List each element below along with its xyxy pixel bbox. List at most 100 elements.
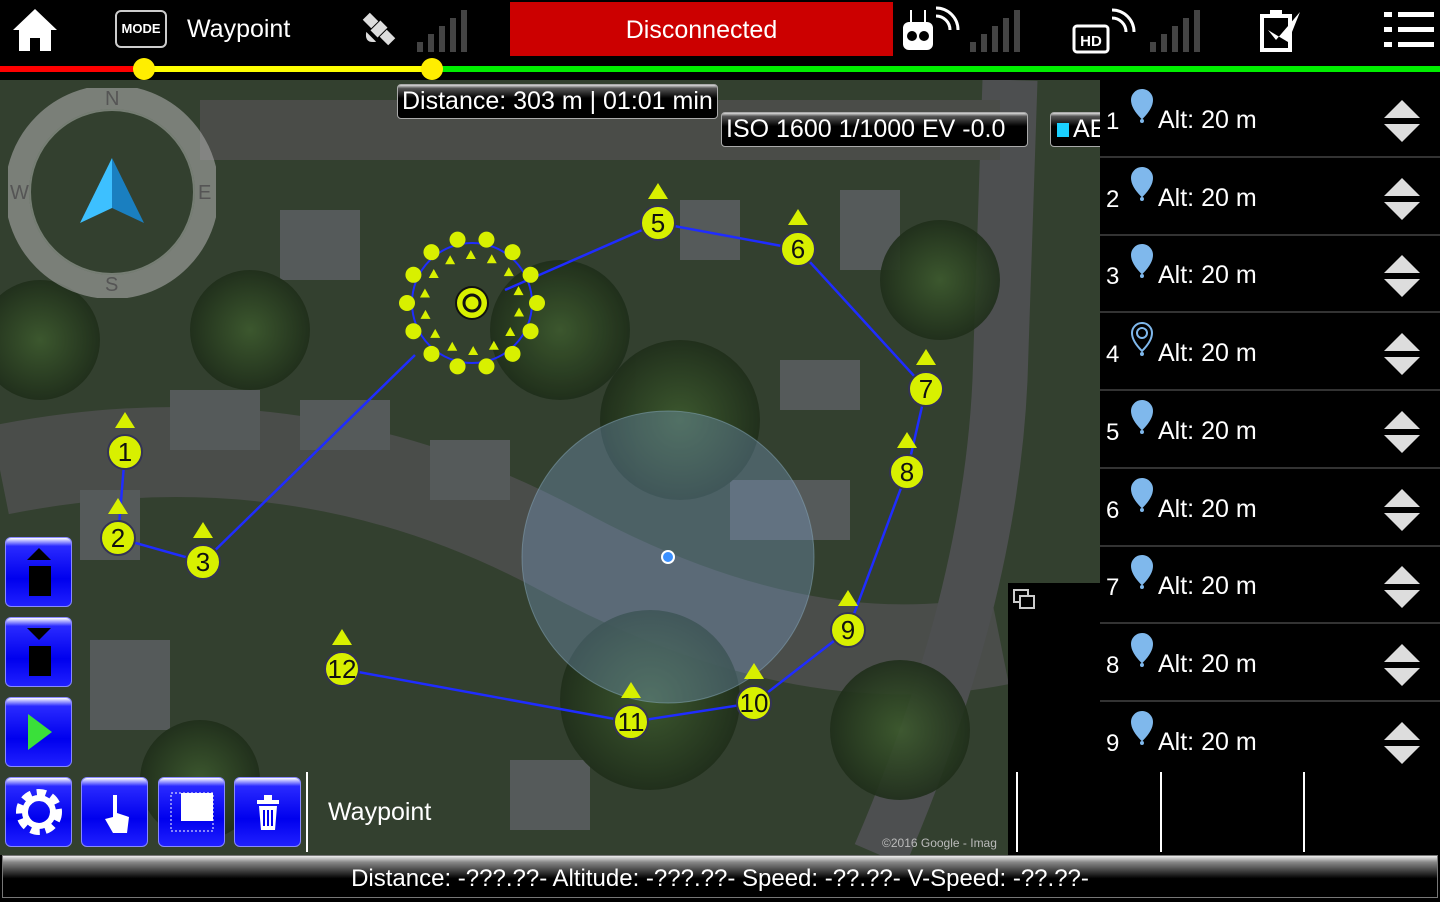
reorder-arrows-icon[interactable] [1382,253,1422,299]
reorder-arrows-icon[interactable] [1382,564,1422,610]
compass-w: W [10,182,29,204]
waypoint-row[interactable]: 3 Alt: 20 m [1100,237,1440,314]
waypoint-altitude: Alt: 20 m [1158,106,1257,134]
reorder-arrows-icon[interactable] [1382,487,1422,533]
progress-marker[interactable] [421,58,443,80]
reorder-arrows-icon[interactable] [1382,331,1422,377]
map-attribution: ©2016 Google - Imag [882,836,997,850]
waypoint-row[interactable]: 5 Alt: 20 m [1100,392,1440,469]
orbit-point[interactable] [529,295,545,311]
waypoint-pin-icon [1130,632,1154,667]
orbit-point[interactable] [504,345,521,362]
home-icon[interactable] [10,6,60,54]
menu-icon[interactable] [1384,10,1434,50]
select-area-button[interactable] [158,777,225,847]
waypoint-label: 7 [919,374,933,404]
gps-signal-icon [417,10,467,52]
waypoint-number: 2 [1106,185,1120,213]
waypoint-altitude: Alt: 20 m [1158,183,1257,212]
home-location-marker [661,550,675,564]
waypoint-pin-icon [1130,710,1154,745]
waypoint-label: 1 [118,437,132,467]
compass-n: N [105,88,120,110]
waypoint-pin-icon [1130,399,1154,434]
reorder-arrows-icon[interactable] [1382,720,1422,766]
touch-mode-button[interactable] [81,777,148,847]
waypoint-altitude: Alt: 20 m [1158,339,1257,368]
satellite-map[interactable]: 1 2 3 5 6 7 8 9 10 11 12 N E S W Distance: 303 m |… [0,80,1100,855]
waypoint-altitude: Alt: 20 m [1158,649,1257,678]
waypoint-row[interactable]: 2 Alt: 20 m [1100,159,1440,236]
orbit-point[interactable] [522,266,539,283]
reorder-arrows-icon[interactable] [1382,98,1422,144]
orbit-point[interactable] [399,295,415,311]
top-bar: MODE Waypoint Disconnected HD [0,0,1440,64]
trash-icon [256,795,279,830]
compass-s: S [105,274,119,296]
video-signal-icon [1150,10,1200,52]
waypoint-label: 6 [791,234,805,264]
play-icon [27,714,52,750]
orbit-point[interactable] [423,345,440,362]
waypoint-pin-icon [1130,555,1154,590]
waypoint-label: 11 [618,707,645,737]
orbit-point[interactable] [504,244,521,261]
progress-marker[interactable] [133,58,155,80]
orbit-point[interactable] [478,231,495,248]
camera-settings[interactable]: ISO 1600 1/1000 EV -0.0 [721,112,1028,147]
telemetry-status-bar: Distance: -???.??- Altitude: -???.??- Sp… [2,855,1438,898]
waypoint-row[interactable]: 8 Alt: 20 m [1100,625,1440,702]
remote-controller-icon [903,6,960,50]
waypoint-pin-icon [1130,477,1154,512]
settings-button[interactable] [5,777,72,847]
rc-signal-icon [970,10,1020,52]
download-icon [26,628,51,676]
start-mission-button[interactable] [5,697,72,767]
waypoint-altitude: Alt: 20 m [1158,727,1257,756]
waypoint-number: 1 [1106,108,1120,135]
waypoint-row[interactable]: 9 Alt: 20 m [1100,703,1440,780]
compass: N E S W [5,85,219,299]
waypoint-row[interactable]: 7 Alt: 20 m [1100,548,1440,625]
orbit-point[interactable] [449,231,466,248]
upload-mission-button[interactable] [5,537,72,607]
satellite-icon [362,12,396,46]
gear-icon [15,789,62,835]
orbit-point[interactable] [405,323,422,340]
mission-distance-time: Distance: 303 m | 01:01 min [397,84,718,119]
waypoint-altitude: Alt: 20 m [1158,572,1257,601]
flight-mode[interactable]: Waypoint [187,15,290,44]
waypoint-row[interactable]: 6 Alt: 20 m [1100,470,1440,547]
hand-touch-icon [104,795,129,833]
orbit-point[interactable] [423,244,440,261]
orbit-point[interactable] [478,358,495,375]
reorder-arrows-icon[interactable] [1382,176,1422,222]
waypoint-pin-icon [1130,88,1154,123]
download-mission-button[interactable] [5,617,72,687]
orbit-point[interactable] [449,358,466,375]
hd-video-icon: HD [1072,8,1136,54]
waypoint-row[interactable]: 4 Alt: 20 m [1100,315,1440,392]
divider [306,772,308,852]
waypoint-pin-icon [1130,166,1154,201]
reorder-arrows-icon[interactable] [1382,409,1422,455]
reorder-arrows-icon[interactable] [1382,642,1422,688]
selection-rect-icon [170,792,213,832]
resize-icon[interactable] [1012,587,1038,611]
connection-status[interactable]: Disconnected [510,2,893,56]
orbit-point[interactable] [522,323,539,340]
bottom-right-panel [1008,772,1440,855]
waypoint-label: 8 [900,457,914,487]
waypoint-row[interactable]: 1 Alt: 20 m [1100,82,1440,158]
poi-marker[interactable] [455,286,489,320]
lock-icon [1057,123,1069,137]
waypoint-number: 6 [1106,496,1120,524]
waypoint-label: 2 [111,523,125,553]
waypoint-number: 3 [1106,263,1120,291]
mode-icon[interactable]: MODE [115,10,167,48]
ae-lock-button[interactable]: AE [1050,112,1100,147]
delete-button[interactable] [234,777,301,847]
orbit-point[interactable] [405,266,422,283]
checklist-icon[interactable] [1258,6,1304,54]
waypoint-number: 9 [1106,729,1120,757]
